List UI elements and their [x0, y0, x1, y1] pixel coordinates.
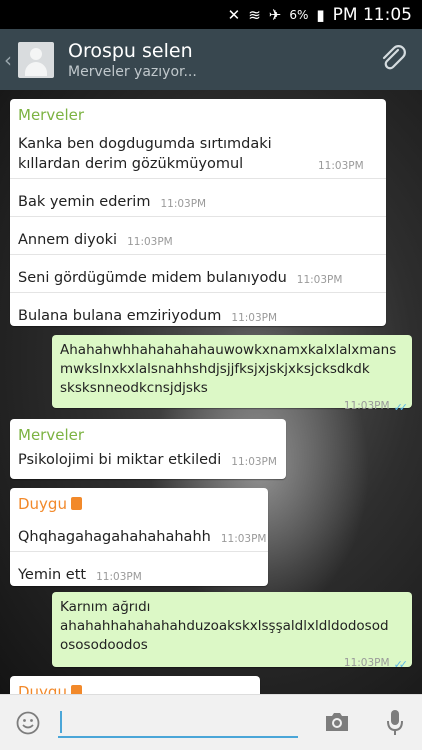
message-time: 11:03PM: [160, 198, 207, 210]
message[interactable]: Bulana bulana emziriyodum 11:03PM: [10, 292, 386, 330]
compose-bar: [0, 694, 422, 750]
message-group: Duygu Qhqhagahagahahahahahh 11:03PM Yemi…: [10, 488, 268, 586]
message-text: Bulana bulana emziriyodum: [18, 308, 222, 324]
message[interactable]: Kanka ben dogdugumda sırtımdaki kıllarda…: [10, 124, 386, 178]
message-group: Merveler Kanka ben dogdugumda sırtımdaki…: [10, 99, 386, 326]
message-text: Annem diyoki: [18, 232, 118, 248]
sender-label: Duygu: [18, 495, 67, 513]
sender-name: Duygu: [10, 676, 260, 694]
text-cursor: [60, 710, 62, 733]
chat-conversation[interactable]: Merveler Kanka ben dogdugumda sırtımdaki…: [0, 90, 422, 694]
message-text: Qhqhagahagahahahahahh: [18, 529, 211, 545]
message[interactable]: Seni gördügümde midem bulanıyodu 11:03PM: [10, 254, 386, 292]
message-time: 11:03PM: [343, 400, 390, 412]
sender-label: Duygu: [18, 683, 67, 694]
smiley-icon[interactable]: [16, 711, 40, 735]
message[interactable]: Qhqhagahagahahahahahh 11:03PM: [10, 513, 268, 551]
sender-name: Duygu: [10, 488, 268, 513]
battery-icon: ▮: [316, 5, 325, 24]
message-text: Kanka ben dogdugumda sırtımdaki kıllarda…: [18, 136, 272, 172]
battery-percent: 6%: [289, 7, 309, 22]
sender-name: Merveler: [18, 106, 85, 124]
chevron-left-icon[interactable]: ‹: [4, 48, 16, 72]
message[interactable]: Bak yemin ederim 11:03PM: [10, 178, 386, 216]
mute-icon: ✕: [227, 5, 241, 24]
message-time: 11:03PM: [343, 657, 390, 669]
chat-header: ‹ Orospu selen Merveler yazıyor...: [0, 29, 422, 90]
message-group: Merveler Psikolojimi bi miktar etkiledi …: [10, 419, 286, 479]
microphone-icon[interactable]: [386, 709, 404, 737]
message-text: Bak yemin ederim: [18, 194, 151, 210]
message-text: Karnım ağrıdı ahahahhahahahahduzoakskxls…: [60, 599, 389, 653]
typing-status: Merveler yazıyor...: [68, 63, 197, 80]
message-text: Psikolojimi bi miktar etkiledi: [18, 452, 222, 468]
read-receipt-icon: ✓✓: [393, 400, 409, 414]
paperclip-icon[interactable]: [378, 43, 408, 73]
read-receipt-icon: ✓✓: [393, 657, 409, 671]
status-bar: ✕ ≋ ✈ 6% ▮ PM 11:05: [0, 0, 422, 29]
message-time: 11:03PM: [231, 312, 278, 324]
chat-title[interactable]: Orospu selen Merveler yazıyor...: [68, 40, 197, 80]
message-time: 11:03PM: [231, 456, 277, 468]
outgoing-message[interactable]: Karnım ağrıdı ahahahhahahahahduzoakskxls…: [52, 592, 412, 671]
message-time: 11:03PM: [96, 571, 142, 583]
outgoing-message[interactable]: Ahahahwhhahahahahauwowkxnamxkalxlalxmans…: [52, 335, 412, 414]
user-badge-icon: [70, 685, 82, 694]
message-time: 11:03PM: [296, 274, 343, 286]
user-badge-icon: [70, 497, 82, 510]
sender-name: Merveler: [18, 426, 85, 444]
message[interactable]: Annem diyoki 11:03PM: [10, 216, 386, 254]
airplane-mode-icon: ✈: [268, 5, 282, 24]
message-text: Ahahahwhhahahahahauwowkxnamxkalxlalxmans…: [60, 342, 397, 396]
message-time: 11:03PM: [318, 160, 364, 172]
message-text: Seni gördügümde midem bulanıyodu: [18, 270, 287, 286]
message-text: Yemin ett: [18, 567, 87, 583]
message[interactable]: Psikolojimi bi miktar etkiledi 11:03PM: [10, 444, 286, 474]
message-time: 11:03PM: [127, 236, 173, 248]
message-group: Duygu: [10, 676, 260, 694]
message-time: 11:03PM: [220, 533, 267, 545]
message-input[interactable]: [58, 708, 298, 738]
camera-icon[interactable]: [324, 711, 350, 733]
message[interactable]: Yemin ett 11:03PM: [10, 551, 268, 589]
avatar[interactable]: [18, 41, 54, 78]
clock: PM 11:05: [332, 4, 412, 25]
contact-name: Orospu selen: [68, 39, 193, 62]
wifi-icon: ≋: [248, 5, 261, 24]
